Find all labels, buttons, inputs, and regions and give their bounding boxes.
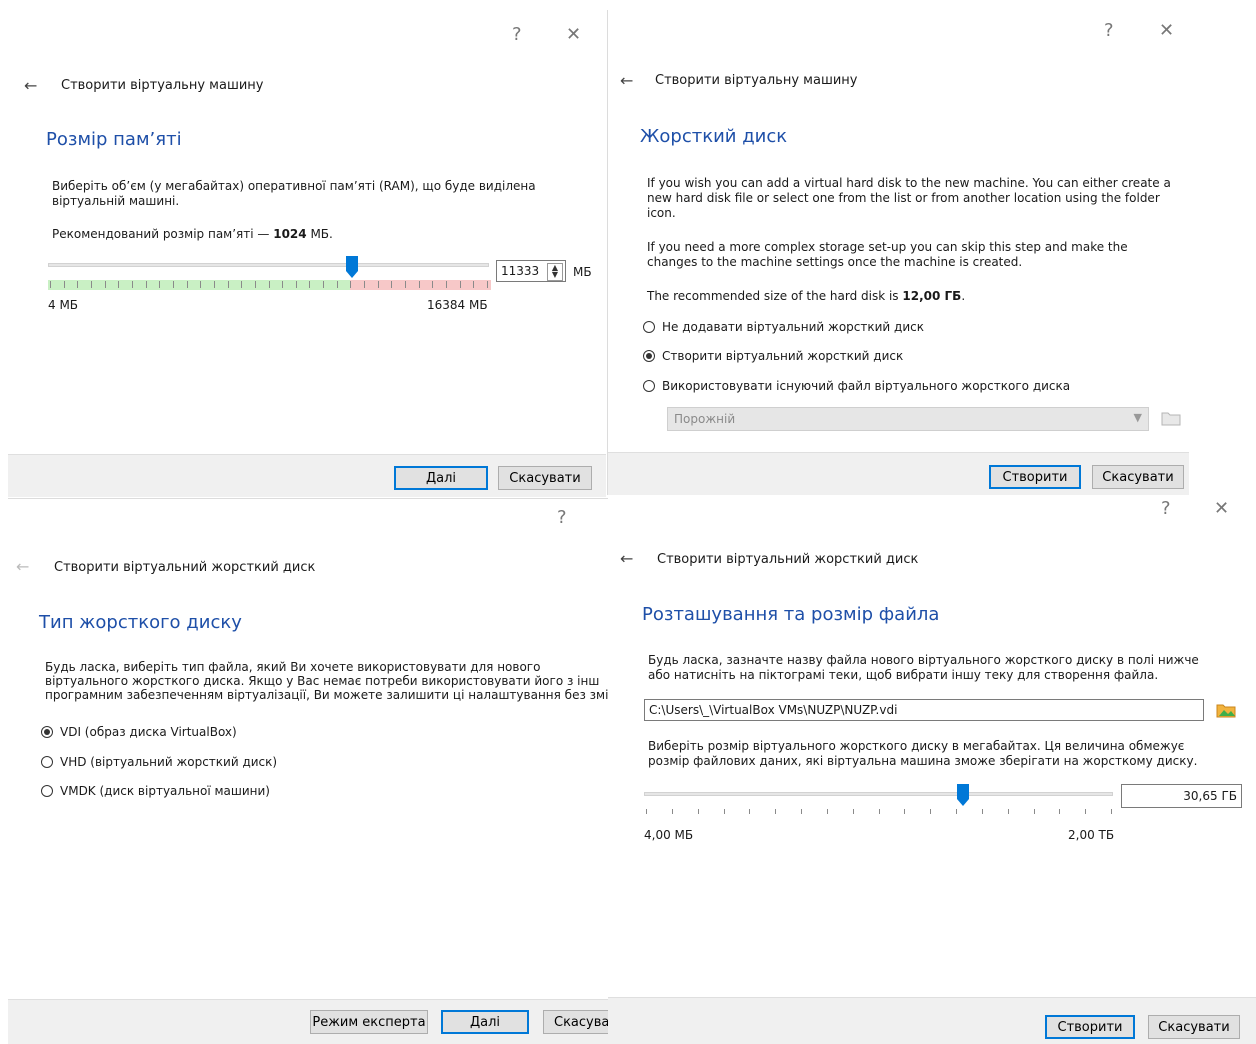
- radio-circle[interactable]: [41, 756, 53, 768]
- radio-circle[interactable]: [41, 785, 53, 797]
- file-path-input[interactable]: C:\Users\_\VirtualBox VMs\NUZP\NUZP.vdi: [644, 699, 1204, 721]
- help-button[interactable]: ?: [557, 509, 567, 527]
- memory-slider-track[interactable]: [48, 263, 489, 267]
- create-button[interactable]: Створити: [1045, 1015, 1135, 1039]
- slider-min-label: 4,00 МБ: [644, 828, 694, 842]
- dialog-footer: Далі Скасувати: [8, 454, 606, 497]
- help-button[interactable]: ?: [1161, 500, 1171, 518]
- select-value: Порожній: [674, 412, 736, 426]
- recommended-disk-size: The recommended size of the hard disk is…: [647, 289, 965, 304]
- memory-slider-handle[interactable]: [345, 255, 359, 279]
- page-title: Жорсткий диск: [640, 126, 788, 147]
- disk-type-line-3: програмним забезпеченням віртуалізації, …: [45, 688, 608, 702]
- help-button[interactable]: ?: [1104, 22, 1114, 40]
- recommended-suffix: .: [961, 289, 966, 303]
- disk-size-slider-scale: [646, 809, 1112, 814]
- disk-size-value: 30,65 ГБ: [1183, 789, 1237, 803]
- close-button[interactable]: ✕: [1214, 500, 1229, 518]
- recommended-value: 12,00 ГБ: [902, 289, 962, 303]
- radio-circle[interactable]: [41, 726, 53, 738]
- cancel-button[interactable]: Скасувати: [1148, 1015, 1240, 1039]
- radio-label: VDI (образ диска VirtualBox): [60, 725, 237, 739]
- folder-icon[interactable]: [1216, 702, 1236, 718]
- radio-circle[interactable]: [643, 350, 655, 362]
- slider-min-label: 4 МБ: [48, 298, 79, 312]
- expert-mode-button[interactable]: Режим експерта: [310, 1010, 428, 1034]
- recommended-label: Рекомендований розмір пам’яті —: [52, 227, 274, 241]
- recommended-label: The recommended size of the hard disk is: [647, 289, 903, 303]
- file-location-dialog: ? ✕ ← Створити віртуальний жорсткий диск…: [608, 496, 1256, 1044]
- hard-disk-dialog: ? ✕ ← Створити віртуальну машину Жорстки…: [607, 10, 1189, 495]
- slider-max-label: 16384 МБ: [427, 298, 488, 312]
- memory-description: Виберіть об’єм (у мегабайтах) оперативно…: [52, 179, 536, 208]
- radio-create-disk[interactable]: Створити віртуальний жорсткий диск: [643, 349, 903, 363]
- cancel-button[interactable]: Скасувати: [1092, 465, 1184, 489]
- disk-size-input[interactable]: 30,65 ГБ: [1121, 784, 1242, 808]
- radio-no-disk[interactable]: Не додавати віртуальний жорсткий диск: [643, 320, 924, 334]
- radio-label: Створити віртуальний жорсткий диск: [662, 349, 904, 363]
- spin-buttons[interactable]: ▲ ▼: [547, 263, 563, 281]
- memory-value: 11333: [501, 264, 540, 278]
- dialog-footer: Режим експерта Далі Скасувати: [8, 999, 608, 1044]
- recommended-memory: Рекомендований розмір пам’яті — 1024 МБ.: [52, 227, 333, 242]
- recommended-value: 1024: [273, 227, 307, 241]
- memory-value-input[interactable]: 11333 ▲ ▼: [496, 260, 566, 282]
- back-arrow-icon[interactable]: ←: [24, 78, 37, 94]
- back-arrow-icon[interactable]: ←: [620, 551, 633, 567]
- radio-circle[interactable]: [643, 380, 655, 392]
- radio-label: VHD (віртуальний жорсткий диск): [60, 755, 278, 769]
- dialog-footer: Створити Скасувати: [608, 452, 1189, 495]
- folder-icon: [1161, 412, 1181, 426]
- size-description: Виберіть розмір віртуального жорсткого д…: [648, 739, 1198, 768]
- next-button[interactable]: Далі: [394, 466, 488, 490]
- hard-disk-advanced-note: If you need a more complex storage set-u…: [647, 240, 1128, 269]
- hard-disk-intro: If you wish you can add a virtual hard d…: [647, 176, 1171, 220]
- window-title: Створити віртуальну машину: [655, 73, 858, 88]
- radio-vdi[interactable]: VDI (образ диска VirtualBox): [41, 725, 237, 739]
- page-title: Розташування та розмір файла: [642, 604, 940, 625]
- window-title: Створити віртуальну машину: [61, 78, 264, 93]
- file-path-value: C:\Users\_\VirtualBox VMs\NUZP\NUZP.vdi: [649, 703, 898, 717]
- file-location-description: Будь ласка, зазначте назву файла нового …: [648, 653, 1199, 682]
- memory-unit-label: МБ: [573, 265, 592, 279]
- back-arrow-icon[interactable]: ←: [620, 73, 633, 89]
- existing-disk-select: Порожній ▼: [667, 407, 1149, 431]
- chevron-down-icon: ▼: [1133, 411, 1142, 424]
- radio-label: Використовувати існуючий файл віртуально…: [662, 379, 1071, 393]
- window-title: Створити віртуальний жорсткий диск: [657, 552, 919, 567]
- close-button[interactable]: ✕: [1159, 22, 1174, 40]
- disk-type-dialog: ? ← Створити віртуальний жорсткий диск Т…: [8, 498, 608, 1044]
- disk-size-slider-track[interactable]: [644, 792, 1113, 796]
- radio-circle[interactable]: [643, 321, 655, 333]
- radio-vmdk[interactable]: VMDK (диск віртуальної машини): [41, 784, 270, 798]
- slider-max-label: 2,00 ТБ: [1068, 828, 1115, 842]
- cancel-button[interactable]: Скасувати: [498, 466, 592, 490]
- disk-size-slider-handle[interactable]: [956, 783, 970, 807]
- close-button[interactable]: ✕: [566, 26, 581, 44]
- cancel-button[interactable]: Скасувати: [543, 1010, 608, 1034]
- next-button[interactable]: Далі: [441, 1010, 529, 1034]
- memory-slider-scale: [48, 280, 491, 290]
- page-title: Розмір пам’яті: [46, 129, 182, 150]
- memory-size-dialog: ? ✕ ← Створити віртуальну машину Розмір …: [8, 0, 606, 497]
- window-title: Створити віртуальний жорсткий диск: [54, 560, 316, 575]
- back-arrow-icon: ←: [16, 557, 30, 576]
- create-button[interactable]: Створити: [989, 465, 1081, 489]
- radio-label: VMDK (диск віртуальної машини): [60, 784, 270, 798]
- disk-type-line-1: Будь ласка, виберіть тип файла, який Ви …: [45, 660, 541, 674]
- help-button[interactable]: ?: [512, 26, 522, 44]
- radio-label: Не додавати віртуальний жорсткий диск: [662, 320, 924, 334]
- dialog-footer: Створити Скасувати: [608, 997, 1256, 1044]
- page-title: Тип жорсткого диску: [39, 612, 242, 633]
- radio-vhd[interactable]: VHD (віртуальний жорсткий диск): [41, 755, 277, 769]
- disk-type-line-2: віртуального жорсткого диска. Якщо у Вас…: [45, 674, 600, 688]
- radio-existing-disk[interactable]: Використовувати існуючий файл віртуально…: [643, 379, 1070, 393]
- recommended-unit: МБ.: [306, 227, 333, 241]
